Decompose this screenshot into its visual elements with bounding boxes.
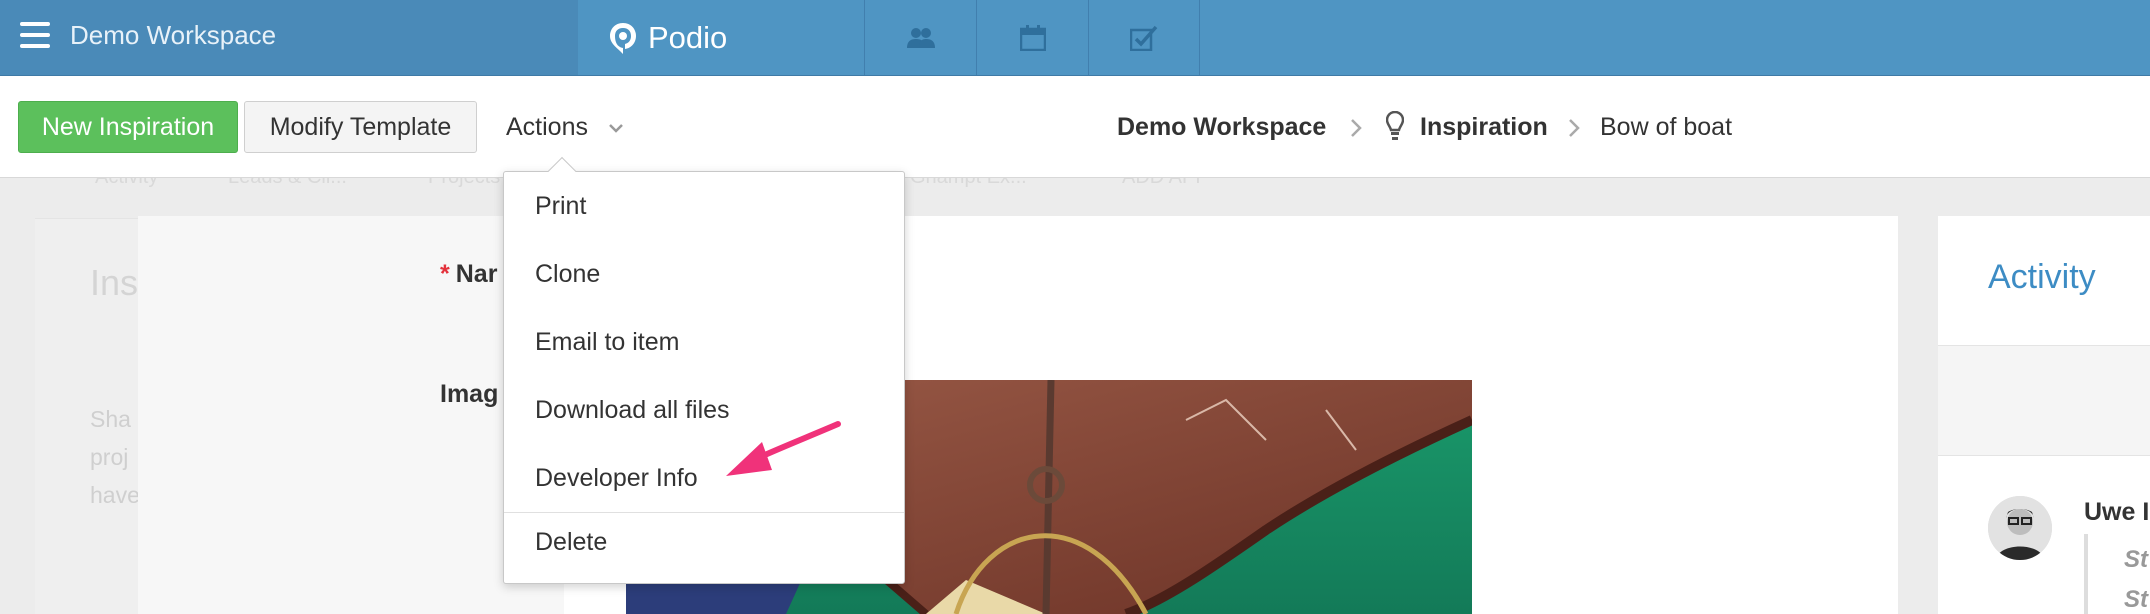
image-field-label: Imag [440,380,499,408]
podio-logo-icon [610,22,636,54]
lightbulb-icon [1386,111,1404,140]
activity-title: Activity [1988,258,2096,296]
menu-item-delete[interactable]: Delete [535,527,607,557]
new-inspiration-button[interactable]: New Inspiration [18,101,238,153]
required-mark: * [440,260,450,288]
modify-template-button[interactable]: Modify Template [244,101,477,153]
menu-item-download-all-files[interactable]: Download all files [535,395,730,425]
menu-item-print[interactable]: Print [535,191,586,221]
breadcrumb-workspace[interactable]: Demo Workspace [1117,112,1326,142]
avatar[interactable] [1988,496,2052,560]
menu-divider [504,512,904,513]
activity-header: Activity [1938,216,2150,346]
workspace-title[interactable]: Demo Workspace [70,18,276,52]
podio-home-link[interactable]: Podio [578,0,864,75]
brand-name: Podio [648,19,728,55]
menu-item-email-to-item[interactable]: Email to item [535,327,679,357]
actions-dropdown-menu: Print Clone Email to item Download all f… [503,156,905,584]
item-card-label-column [138,216,564,614]
activity-status-text: St [2124,586,2148,613]
hamburger-icon[interactable] [20,22,50,50]
workspace-switcher[interactable]: Demo Workspace [0,0,578,75]
contacts-icon [906,27,935,48]
menu-item-developer-info[interactable]: Developer Info [535,463,698,493]
chevron-right-icon [1351,119,1362,137]
item-toolbar: New Inspiration Modify Template Actions … [0,75,2150,178]
breadcrumb-item: Bow of boat [1600,113,1733,141]
activity-panel: Activity Uwe I St St [1938,216,2150,614]
app-sidebar-text: proj [90,444,129,470]
actions-label: Actions [506,113,588,141]
user-avatar-image [1988,496,2052,560]
menu-item-clone[interactable]: Clone [535,259,600,289]
name-field-label: * Nar [440,260,498,288]
tasks-nav-button[interactable] [1088,0,1200,75]
activity-thread-line [2084,534,2088,614]
chevron-right-icon [1569,119,1580,137]
chevron-down-icon [609,124,623,134]
breadcrumb-app[interactable]: Inspiration [1420,112,1548,142]
contacts-nav-button[interactable] [864,0,976,75]
activity-status-text: St [2124,546,2148,573]
tasks-icon [1130,25,1158,51]
calendar-icon [1019,24,1046,51]
top-navigation-bar: Demo Workspace Podio [0,0,2150,75]
app-sidebar-text: Sha [90,406,131,432]
annotation-arrow-icon [726,421,841,476]
activity-user-name[interactable]: Uwe I [2084,498,2149,527]
activity-comment-box[interactable] [1938,346,2150,456]
page-gutter [1898,490,1938,614]
actions-menu-button[interactable]: Actions [506,112,623,142]
app-sidebar-text: have [90,482,140,508]
calendar-nav-button[interactable] [976,0,1088,75]
